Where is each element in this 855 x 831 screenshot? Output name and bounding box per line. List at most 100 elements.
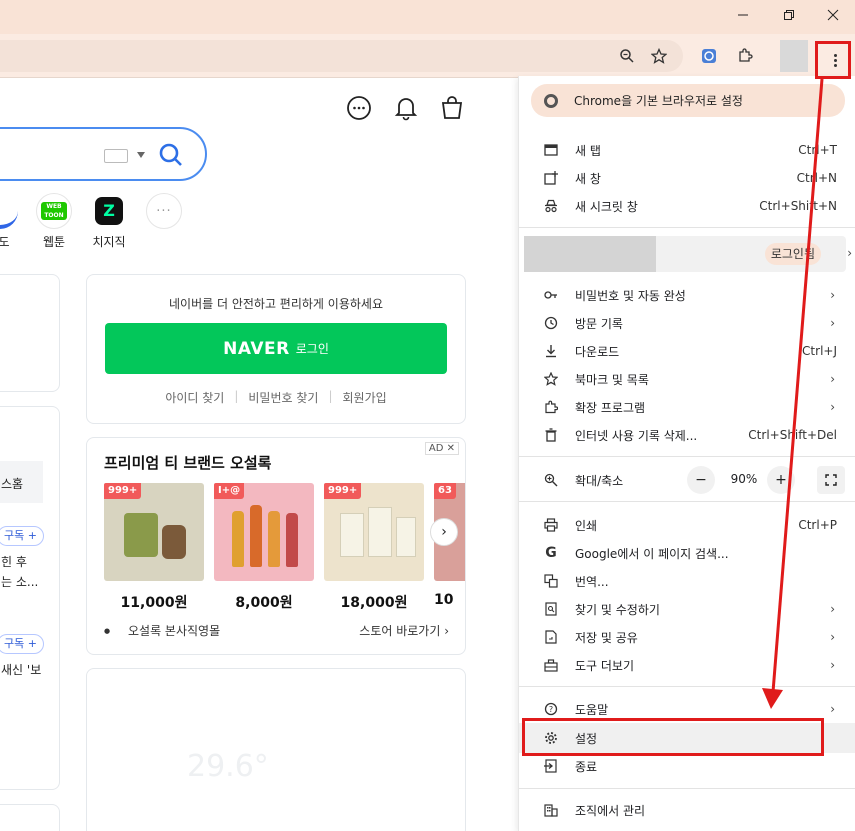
quick-link-map-icon[interactable] xyxy=(0,193,18,229)
product-price[interactable]: 8,000원 xyxy=(214,592,314,612)
menu-item-find-edit[interactable]: 찾기 및 수정하기 › xyxy=(519,595,855,623)
chevron-right-icon: › xyxy=(830,316,835,330)
title-bar xyxy=(0,0,855,34)
new-window-icon xyxy=(543,170,559,186)
menu-item-print[interactable]: 인쇄 Ctrl+P xyxy=(519,511,855,539)
keyboard-icon[interactable] xyxy=(104,149,128,163)
address-bar[interactable] xyxy=(0,40,683,72)
menu-item-incognito[interactable]: 새 시크릿 창 Ctrl+Shift+N xyxy=(519,192,855,220)
find-password-link[interactable]: 비밀번호 찾기 xyxy=(248,389,318,406)
menu-item-search-google[interactable]: G Google에서 이 페이지 검색... xyxy=(519,539,855,567)
menu-item-translate[interactable]: 번역... xyxy=(519,567,855,595)
menu-item-exit[interactable]: 종료 xyxy=(519,752,855,780)
chevron-right-icon: › xyxy=(847,246,852,260)
fullscreen-icon[interactable] xyxy=(817,466,845,494)
menu-item-extensions[interactable]: 확장 프로그램 › xyxy=(519,393,855,421)
google-g-icon: G xyxy=(545,545,557,561)
ad-badge[interactable]: AD ✕ xyxy=(424,442,459,455)
weather-temperature: 29.6° xyxy=(187,749,269,784)
product-thumbnail[interactable]: 999+ xyxy=(104,483,204,581)
close-icon: ✕ xyxy=(446,443,455,454)
news-snippet[interactable]: 새신 '보 xyxy=(1,661,41,678)
zoom-in-button[interactable]: + xyxy=(767,466,795,494)
chzzk-icon[interactable]: Z xyxy=(91,193,127,229)
left-news-card: 스홈 구독 + 힌 후 는 소... 구독 + 새신 '보 xyxy=(0,406,60,790)
store-name[interactable]: ● 오설록 본사직영몰 xyxy=(104,622,220,639)
zoom-out-button[interactable]: − xyxy=(687,466,715,494)
more-dots-icon[interactable]: ··· xyxy=(146,193,182,229)
product-price[interactable]: 10 xyxy=(434,592,465,608)
ad-title[interactable]: 프리미엄 티 브랜드 오설록 xyxy=(104,452,271,473)
menu-item-history[interactable]: 방문 기록 › xyxy=(519,309,855,337)
zoom-level: 90% xyxy=(730,472,758,486)
extensions-puzzle-icon[interactable] xyxy=(735,46,755,66)
menu-item-downloads[interactable]: 다운로드 Ctrl+J xyxy=(519,337,855,365)
find-id-link[interactable]: 아이디 찾기 xyxy=(165,389,224,406)
left-tab-label[interactable]: 스홈 xyxy=(1,475,23,492)
signup-link[interactable]: 회원가입 xyxy=(343,389,387,406)
profile-row[interactable]: 로그인됨 › xyxy=(524,236,852,272)
save-share-icon xyxy=(543,629,559,645)
new-tab-icon xyxy=(543,142,559,158)
menu-item-more-tools[interactable]: 도구 더보기 › xyxy=(519,651,855,679)
weather-card: 29.6° xyxy=(86,668,466,831)
product-price[interactable]: 18,000원 xyxy=(324,592,424,612)
chrome-main-menu: Chrome을 기본 브라우저로 설정 새 탭 Ctrl+T 새 창 Ctrl+… xyxy=(518,76,855,831)
menu-item-bookmarks[interactable]: 북마크 및 목록 › xyxy=(519,365,855,393)
menu-divider xyxy=(519,456,855,457)
help-icon: ? xyxy=(543,701,559,717)
link-divider: | xyxy=(234,389,239,403)
menu-item-new-tab[interactable]: 새 탭 Ctrl+T xyxy=(519,136,855,164)
chevron-down-icon[interactable] xyxy=(137,152,145,158)
bookmark-star-icon[interactable] xyxy=(649,46,669,66)
zoom-icon xyxy=(543,472,559,488)
news-snippet[interactable]: 힌 후 xyxy=(1,553,27,570)
profile-avatar-button[interactable] xyxy=(780,40,808,72)
menu-item-save-share[interactable]: 저장 및 공유 › xyxy=(519,623,855,651)
download-icon xyxy=(543,343,559,359)
chevron-right-icon: › xyxy=(830,372,835,386)
quick-link-label: 웹툰 xyxy=(42,235,66,249)
menu-item-clear-data[interactable]: 인터넷 사용 기록 삭제... Ctrl+Shift+Del xyxy=(519,421,855,449)
close-icon[interactable] xyxy=(810,0,855,30)
chat-bubble-icon[interactable] xyxy=(346,95,372,121)
zoom-icon[interactable] xyxy=(617,46,637,66)
subscribe-button[interactable]: 구독 + xyxy=(0,526,44,546)
incognito-icon xyxy=(543,198,559,214)
product-badge: I+@ xyxy=(214,483,245,499)
menu-item-settings[interactable]: 설정 xyxy=(519,724,855,752)
menu-divider xyxy=(519,501,855,502)
menu-item-managed[interactable]: 조직에서 관리 xyxy=(519,796,855,824)
minimize-icon[interactable] xyxy=(720,0,766,30)
product-thumbnail[interactable]: 999+ xyxy=(324,483,424,581)
menu-item-passwords[interactable]: 비밀번호 및 자동 완성 › xyxy=(519,281,855,309)
menu-divider xyxy=(519,686,855,687)
gear-icon xyxy=(543,730,559,746)
extension-app-icon[interactable] xyxy=(699,46,719,66)
restore-icon[interactable] xyxy=(766,0,812,30)
set-default-browser-button[interactable]: Chrome을 기본 브라우저로 설정 xyxy=(531,84,845,117)
shopping-bag-icon[interactable] xyxy=(439,95,465,121)
chevron-right-icon: › xyxy=(830,702,835,716)
left-card xyxy=(0,274,60,392)
kebab-menu-icon[interactable] xyxy=(820,44,850,76)
naver-login-button[interactable]: NAVER 로그인 xyxy=(105,323,447,374)
subscribe-button[interactable]: 구독 + xyxy=(0,634,44,654)
find-page-icon xyxy=(543,601,559,617)
next-arrow-icon[interactable]: › xyxy=(430,518,458,546)
news-snippet[interactable]: 는 소... xyxy=(1,573,38,590)
product-thumbnail[interactable]: I+@ xyxy=(214,483,314,581)
chevron-right-icon: › xyxy=(830,288,835,302)
menu-item-help[interactable]: ? 도움말 › xyxy=(519,695,855,723)
webtoon-icon[interactable]: WEB TOON xyxy=(36,193,72,229)
notification-bell-icon[interactable] xyxy=(393,95,419,121)
chevron-right-icon: › xyxy=(830,658,835,672)
svg-text:?: ? xyxy=(549,705,553,714)
product-badge: 999+ xyxy=(104,483,142,499)
search-icon[interactable] xyxy=(158,142,184,168)
star-icon xyxy=(543,371,559,387)
product-price[interactable]: 11,000원 xyxy=(104,592,204,612)
menu-item-new-window[interactable]: 새 창 Ctrl+N xyxy=(519,164,855,192)
quick-link-label: 도 xyxy=(0,235,10,249)
store-link[interactable]: 스토어 바로가기 › xyxy=(359,622,449,639)
